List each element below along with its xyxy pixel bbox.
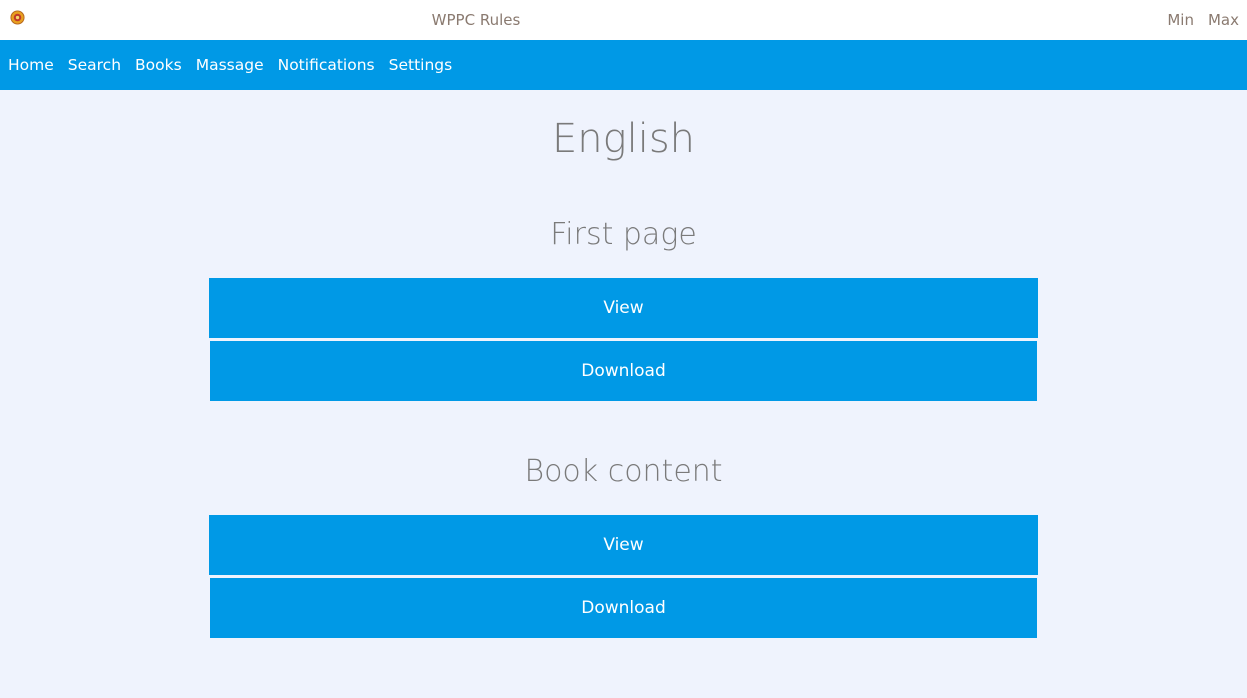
title-bar: WPPC Rules Min Max <box>0 0 1247 40</box>
nav-item-notifications[interactable]: Notifications <box>278 56 375 74</box>
window-controls: Min Max <box>1167 0 1239 40</box>
book-content-view-button[interactable]: View <box>209 515 1038 575</box>
section-title-first-page: First page <box>550 217 697 252</box>
main-content: English First page View Download Book co… <box>0 90 1247 698</box>
page-title: English <box>551 116 696 162</box>
nav-item-massage[interactable]: Massage <box>196 56 264 74</box>
nav-item-home[interactable]: Home <box>8 56 54 74</box>
maximize-button[interactable]: Max <box>1208 0 1239 40</box>
book-content-download-button[interactable]: Download <box>210 578 1037 638</box>
nav-item-books[interactable]: Books <box>135 56 182 74</box>
nav-item-settings[interactable]: Settings <box>389 56 453 74</box>
window-title: WPPC Rules <box>431 11 521 29</box>
nav-item-search[interactable]: Search <box>68 56 121 74</box>
main-nav: Home Search Books Massage Notifications … <box>0 40 1247 90</box>
section-title-book-content: Book content <box>524 454 723 489</box>
first-page-view-button[interactable]: View <box>209 278 1038 338</box>
first-page-download-button[interactable]: Download <box>210 341 1037 401</box>
minimize-button[interactable]: Min <box>1167 0 1194 40</box>
